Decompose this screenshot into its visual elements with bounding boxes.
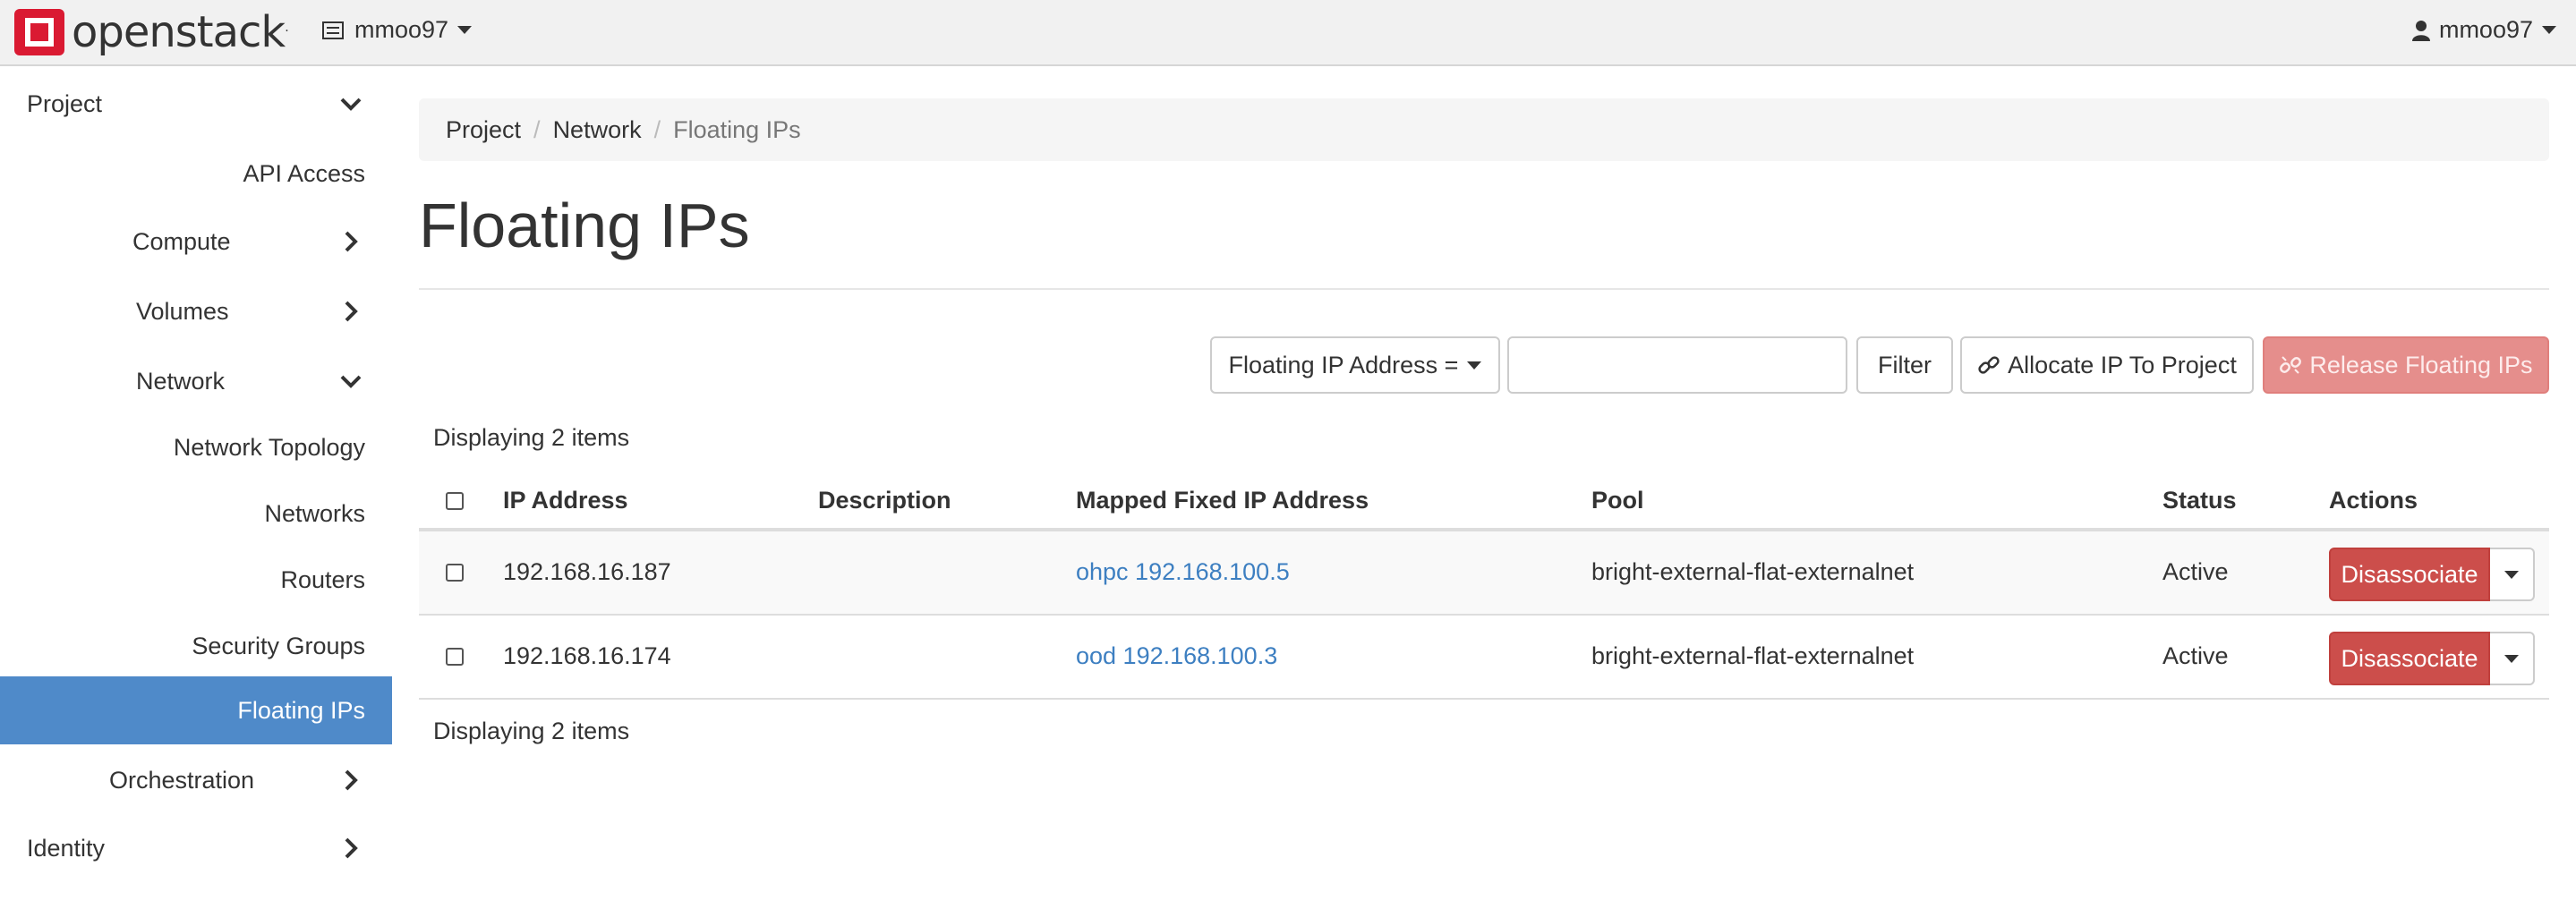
breadcrumb-separator: / xyxy=(533,115,541,143)
sidebar-item-label: Network xyxy=(136,367,226,395)
pool: bright-external-flat-externalnet xyxy=(1591,642,1915,669)
chevron-down-icon xyxy=(340,375,362,388)
caret-down-icon xyxy=(2542,26,2556,34)
status: Active xyxy=(2162,642,2229,669)
pool: bright-external-flat-externalnet xyxy=(1591,558,1915,585)
openstack-logo-icon xyxy=(14,9,64,55)
table-row: 192.168.16.174 ood 192.168.100.3 bright-… xyxy=(419,616,2549,700)
sidebar-item-identity[interactable]: Identity xyxy=(0,823,392,873)
display-count-bottom: Displaying 2 items xyxy=(433,718,630,744)
filter-button[interactable]: Filter xyxy=(1856,336,1953,394)
caret-down-icon xyxy=(2504,654,2519,663)
server-icon xyxy=(322,21,344,39)
chevron-right-icon xyxy=(345,231,358,252)
table-row: 192.168.16.187 ohpc 192.168.100.5 bright… xyxy=(419,531,2549,616)
sidebar-item-label: Compute xyxy=(132,227,231,255)
breadcrumb-separator: / xyxy=(653,115,661,143)
user-name: mmoo97 xyxy=(2438,16,2533,43)
sidebar-item-label: Network Topology xyxy=(173,433,365,461)
caret-down-icon xyxy=(1467,361,1482,370)
caret-down-icon xyxy=(457,26,473,34)
user-icon xyxy=(2411,20,2430,41)
sidebar-item-label: Volumes xyxy=(136,297,229,325)
chevron-right-icon xyxy=(345,837,358,859)
sidebar-item-api-access[interactable]: API Access xyxy=(0,149,392,199)
sidebar-item-network-topology[interactable]: Network Topology xyxy=(0,422,392,472)
breadcrumb: Project / Network / Floating IPs xyxy=(419,98,2549,161)
sidebar-item-compute[interactable]: Compute xyxy=(0,217,392,267)
ip-address: 192.168.16.187 xyxy=(503,558,671,585)
row-actions-dropdown[interactable] xyxy=(2490,632,2535,685)
column-header-description[interactable]: Description xyxy=(818,487,951,514)
sidebar-item-orchestration[interactable]: Orchestration xyxy=(0,755,392,805)
brand-name: openstack. xyxy=(72,7,289,57)
unlink-icon xyxy=(2280,356,2302,374)
sidebar-item-label: Security Groups xyxy=(192,632,365,659)
user-menu[interactable]: mmoo97 xyxy=(2411,16,2556,44)
mapped-fixed-ip-link[interactable]: ohpc 192.168.100.5 xyxy=(1076,558,1290,586)
filter-field-select[interactable]: Floating IP Address = xyxy=(1210,336,1500,394)
sidebar-item-label: Floating IPs xyxy=(237,696,365,724)
sidebar-item-network[interactable]: Network xyxy=(0,356,392,406)
sidebar-item-label: Identity xyxy=(27,834,106,862)
column-header-status[interactable]: Status xyxy=(2162,487,2237,514)
disassociate-button[interactable]: Disassociate xyxy=(2329,548,2490,601)
sidebar-item-volumes[interactable]: Volumes xyxy=(0,286,392,336)
release-floating-ips-button[interactable]: Release Floating IPs xyxy=(2263,336,2549,394)
chevron-right-icon xyxy=(345,769,358,791)
caret-down-icon xyxy=(2504,570,2519,579)
table-header: IP Address Description Mapped Fixed IP A… xyxy=(419,471,2549,531)
sidebar-item-project[interactable]: Project xyxy=(0,79,392,129)
divider xyxy=(419,288,2549,290)
sidebar-item-label: Orchestration xyxy=(109,766,255,794)
status: Active xyxy=(2162,558,2229,585)
allocate-ip-button[interactable]: Allocate IP To Project xyxy=(1960,336,2254,394)
page-title: Floating IPs xyxy=(419,191,750,260)
select-all-checkbox[interactable] xyxy=(446,492,464,510)
column-header-pool[interactable]: Pool xyxy=(1591,487,1644,514)
breadcrumb-project[interactable]: Project xyxy=(446,116,521,144)
sidebar: Project API Access Compute Volumes Netwo… xyxy=(0,66,392,909)
sidebar-item-label: Project xyxy=(27,89,103,117)
filter-input[interactable] xyxy=(1507,336,1847,394)
chevron-right-icon xyxy=(345,301,358,322)
chevron-down-icon xyxy=(340,98,362,111)
breadcrumb-network[interactable]: Network xyxy=(553,116,642,144)
row-checkbox[interactable] xyxy=(446,648,464,666)
column-header-ip-address[interactable]: IP Address xyxy=(503,487,628,514)
row-actions-dropdown[interactable] xyxy=(2490,548,2535,601)
top-navbar: openstack. mmoo97 mmoo97 xyxy=(0,0,2576,66)
column-header-mapped-fixed-ip[interactable]: Mapped Fixed IP Address xyxy=(1076,487,1369,514)
sidebar-item-security-groups[interactable]: Security Groups xyxy=(0,621,392,671)
mapped-fixed-ip-link[interactable]: ood 192.168.100.3 xyxy=(1076,642,1277,670)
link-icon xyxy=(1978,356,2000,374)
sidebar-item-floating-ips[interactable]: Floating IPs xyxy=(0,676,392,744)
sidebar-item-networks[interactable]: Networks xyxy=(0,488,392,539)
column-header-actions: Actions xyxy=(2329,487,2418,514)
disassociate-button[interactable]: Disassociate xyxy=(2329,632,2490,685)
project-name: mmoo97 xyxy=(354,16,449,43)
ip-address: 192.168.16.174 xyxy=(503,642,671,669)
display-count-top: Displaying 2 items xyxy=(433,424,630,451)
breadcrumb-current: Floating IPs xyxy=(673,115,801,143)
sidebar-item-label: API Access xyxy=(243,159,365,187)
project-picker[interactable]: mmoo97 xyxy=(322,16,473,44)
sidebar-item-routers[interactable]: Routers xyxy=(0,555,392,605)
brand[interactable]: openstack. xyxy=(14,7,289,57)
sidebar-item-label: Routers xyxy=(280,565,365,593)
row-checkbox[interactable] xyxy=(446,564,464,582)
sidebar-item-label: Networks xyxy=(264,499,365,527)
